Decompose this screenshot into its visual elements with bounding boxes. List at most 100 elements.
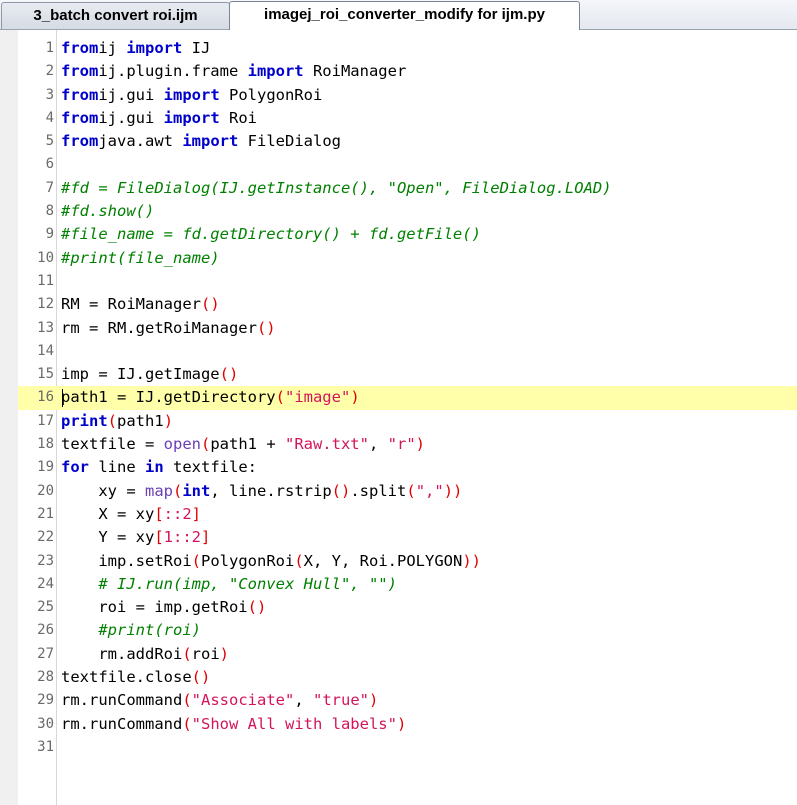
code-token: # IJ.run(imp, "Convex Hull", "") bbox=[98, 574, 397, 593]
code-line[interactable]: 2 fromij.plugin.frame import RoiManager bbox=[18, 60, 797, 83]
code-line[interactable]: 8 #fd.show() bbox=[18, 200, 797, 223]
code-line[interactable]: 13 rm = RM.getRoiManager() bbox=[18, 317, 797, 340]
code-line[interactable]: 25 roi = imp.getRoi() bbox=[18, 596, 797, 619]
code-line[interactable]: 14 bbox=[18, 340, 797, 363]
code-line[interactable]: 5 fromjava.awt import FileDialog bbox=[18, 130, 797, 153]
line-number: 17 bbox=[37, 412, 54, 429]
code-token: , bbox=[368, 435, 388, 454]
code-token: "image" bbox=[284, 388, 351, 407]
code-token: ( bbox=[182, 714, 192, 733]
line-text: textfile = open(path1 + "Raw.txt", "r") bbox=[61, 433, 425, 456]
code-token: ( bbox=[294, 551, 304, 570]
code-line[interactable]: 12 RM = RoiManager() bbox=[18, 293, 797, 316]
line-number: 22 bbox=[37, 529, 54, 546]
line-text: rm = RM.getRoiManager() bbox=[61, 317, 276, 340]
code-line[interactable]: 30 rm.runCommand("Show All with labels") bbox=[18, 713, 797, 736]
line-number: 4 bbox=[45, 109, 54, 126]
line-number: 6 bbox=[45, 156, 54, 173]
line-number: 14 bbox=[37, 342, 54, 359]
code-line[interactable]: 29 rm.runCommand("Associate", "true") bbox=[18, 689, 797, 712]
code-line[interactable]: 27 rm.addRoi(roi) bbox=[18, 643, 797, 666]
code-token: roi = imp.getRoi bbox=[61, 598, 248, 617]
code-line[interactable]: 31 bbox=[18, 736, 797, 759]
code-line[interactable]: 15 imp = IJ.getImage() bbox=[18, 363, 797, 386]
code-token: X, Y, Roi.POLYGON bbox=[303, 551, 463, 570]
tab-roi-converter-py[interactable]: imagej_roi_converter_modify for ijm.py bbox=[229, 1, 580, 30]
code-token: ij.gui bbox=[98, 85, 164, 104]
line-text: print(path1) bbox=[61, 410, 173, 433]
line-number: 26 bbox=[37, 622, 54, 639]
code-line[interactable]: 21 X = xy[::2] bbox=[18, 503, 797, 526]
code-token: "true" bbox=[313, 691, 369, 710]
code-line[interactable]: 1 fromij import IJ bbox=[18, 37, 797, 60]
code-token: () bbox=[219, 365, 239, 384]
code-token: 1::2 bbox=[163, 528, 201, 547]
code-token: ) bbox=[415, 435, 425, 454]
tab-bar: 3_batch convert roi.ijm imagej_roi_conve… bbox=[0, 0, 797, 30]
line-text: fromij import IJ bbox=[61, 37, 210, 60]
line-number: 21 bbox=[37, 505, 54, 522]
code-token: () bbox=[331, 481, 351, 500]
code-token: Roi bbox=[219, 108, 257, 127]
code-token: , bbox=[294, 691, 313, 710]
line-number: 11 bbox=[37, 272, 54, 289]
code-token: from bbox=[61, 62, 99, 81]
line-number: 25 bbox=[37, 599, 54, 616]
code-token: ) bbox=[396, 714, 407, 733]
code-token: #file_name = fd.getDirectory() + fd.getF… bbox=[61, 225, 481, 244]
line-number: 29 bbox=[37, 692, 54, 709]
code-line[interactable]: 24 # IJ.run(imp, "Convex Hull", "") bbox=[18, 573, 797, 596]
code-token: PolygonRoi bbox=[219, 85, 323, 104]
code-token: textfile.close bbox=[61, 668, 192, 687]
code-line[interactable]: 6 bbox=[18, 153, 797, 176]
code-line[interactable]: 28 textfile.close() bbox=[18, 666, 797, 689]
code-line[interactable]: 20 xy = map(int, line.rstrip().split(","… bbox=[18, 480, 797, 503]
line-number: 7 bbox=[45, 179, 54, 196]
line-text: fromjava.awt import FileDialog bbox=[61, 130, 341, 153]
code-token: RM = RoiManager bbox=[61, 295, 201, 314]
code-token: path1 = IJ.getDirectory bbox=[61, 388, 276, 407]
code-token: ( bbox=[173, 481, 183, 500]
code-line[interactable]: 4 fromij.gui import Roi bbox=[18, 107, 797, 130]
code-token: rm.addRoi bbox=[61, 644, 183, 663]
line-text: roi = imp.getRoi() bbox=[61, 596, 266, 619]
code-token: "Associate" bbox=[191, 691, 295, 710]
line-number: 3 bbox=[45, 86, 54, 103]
tab-batch-convert-roi[interactable]: 3_batch convert roi.ijm bbox=[1, 2, 230, 29]
code-token: int bbox=[182, 481, 211, 500]
code-token: () bbox=[247, 598, 267, 617]
code-token: X = xy bbox=[61, 504, 155, 523]
code-line[interactable]: 19 for line in textfile: bbox=[18, 456, 797, 479]
code-line[interactable]: 16 path1 = IJ.getDirectory("image") bbox=[18, 386, 797, 410]
code-token: "Raw.txt" bbox=[284, 435, 369, 454]
code-token: print bbox=[61, 411, 108, 430]
code-token: #fd.show() bbox=[61, 202, 155, 221]
code-line[interactable]: 26 #print(roi) bbox=[18, 619, 797, 642]
code-token: ij.plugin.frame bbox=[98, 62, 248, 81]
code-area[interactable]: 1 fromij import IJ 2 fromij.plugin.frame im… bbox=[18, 37, 797, 759]
code-token: [ bbox=[154, 504, 164, 523]
code-token: ] bbox=[191, 504, 202, 523]
code-line[interactable]: 10 #print(file_name) bbox=[18, 247, 797, 270]
code-token: open bbox=[163, 435, 201, 454]
code-token: textfile = bbox=[61, 435, 164, 454]
code-token: ) bbox=[369, 691, 379, 710]
code-line[interactable]: 17 print(path1) bbox=[18, 410, 797, 433]
line-number: 23 bbox=[37, 552, 54, 569]
code-line[interactable]: 7 #fd = FileDialog(IJ.getInstance(), "Ope… bbox=[18, 177, 797, 200]
code-line[interactable]: 22 Y = xy[1::2] bbox=[18, 526, 797, 549]
code-token: import bbox=[126, 39, 183, 57]
code-line[interactable]: 3 fromij.gui import PolygonRoi bbox=[18, 84, 797, 107]
code-token: imp.setRoi bbox=[61, 551, 192, 570]
code-line[interactable]: 18 textfile = open(path1 + "Raw.txt", "r"… bbox=[18, 433, 797, 456]
line-text: Y = xy[1::2] bbox=[61, 526, 210, 549]
code-line[interactable]: 9 #file_name = fd.getDirectory() + fd.get… bbox=[18, 223, 797, 246]
code-token: ij bbox=[98, 39, 127, 57]
code-line[interactable]: 23 imp.setRoi(PolygonRoi(X, Y, Roi.POLYG… bbox=[18, 550, 797, 573]
code-line[interactable]: 11 bbox=[18, 270, 797, 293]
line-number: 1 bbox=[45, 40, 54, 56]
line-text: #file_name = fd.getDirectory() + fd.getF… bbox=[61, 223, 481, 246]
line-number: 16 bbox=[37, 389, 54, 406]
line-number: 27 bbox=[37, 645, 54, 662]
